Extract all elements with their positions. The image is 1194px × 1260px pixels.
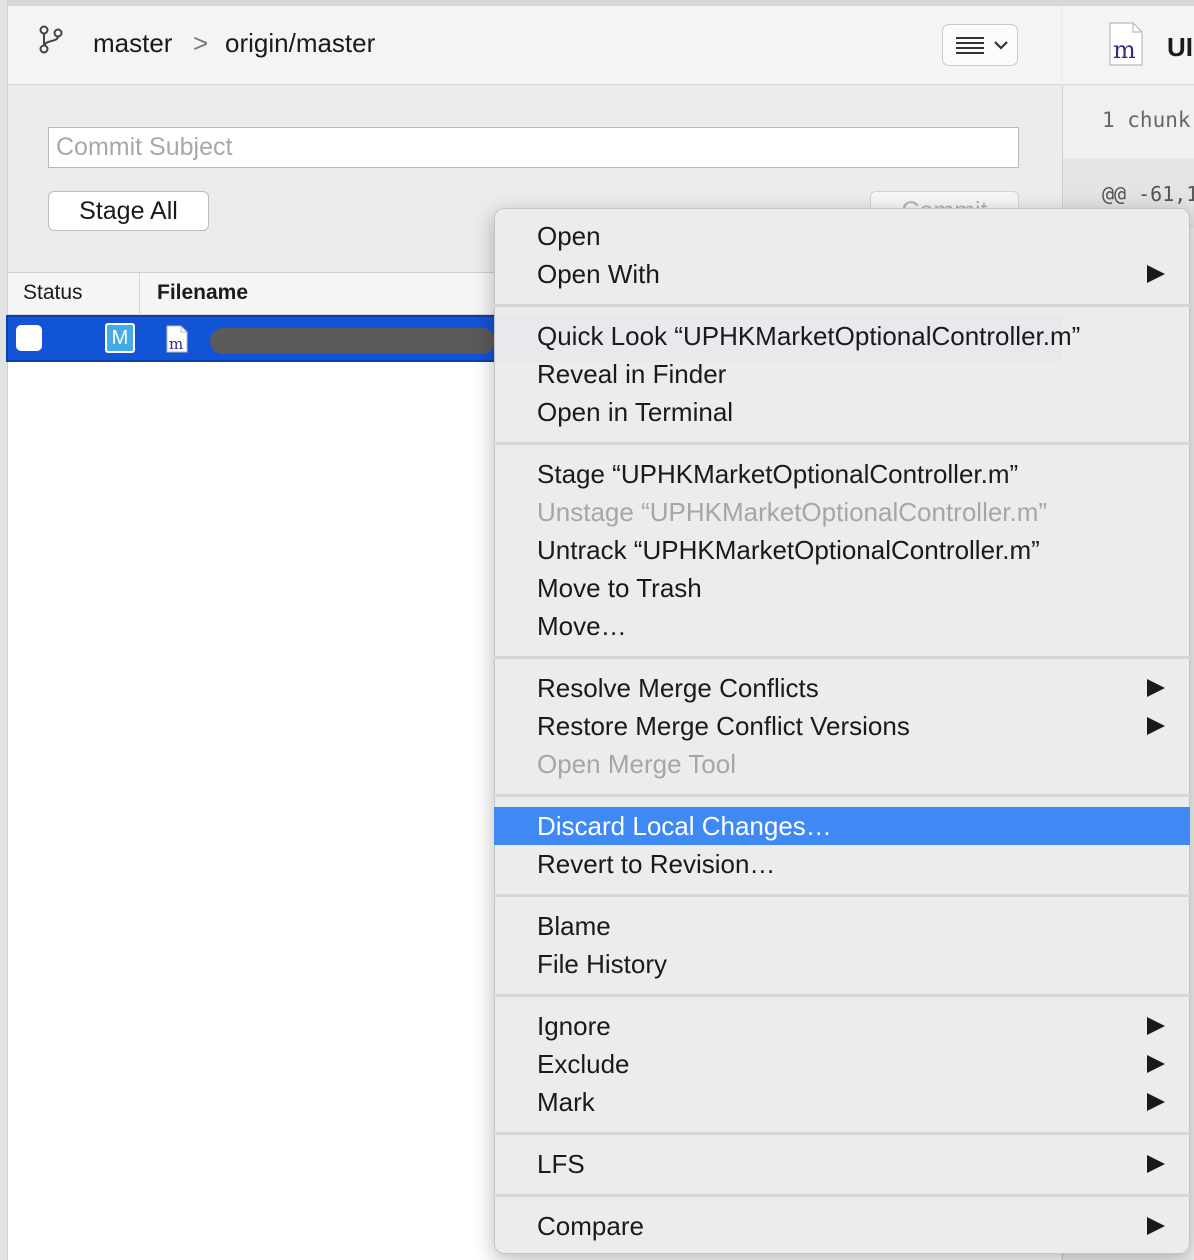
menu-item-file-history[interactable]: File History xyxy=(494,945,1190,983)
column-divider[interactable] xyxy=(139,273,140,314)
file-type-letter: m xyxy=(169,335,183,353)
menu-item-ignore[interactable]: Ignore xyxy=(494,1007,1190,1045)
view-options-button[interactable] xyxy=(942,24,1018,66)
menu-item-move-to-trash[interactable]: Move to Trash xyxy=(494,569,1190,607)
menu-separator xyxy=(494,1132,1190,1135)
source-file-icon: m xyxy=(1109,22,1143,66)
redacted-filename xyxy=(210,328,495,354)
menu-item-reveal-in-finder[interactable]: Reveal in Finder xyxy=(494,355,1190,393)
menu-item-resolve-merge-conflicts[interactable]: Resolve Merge Conflicts xyxy=(494,669,1190,707)
submenu-arrow-icon xyxy=(1147,679,1165,697)
submenu-arrow-icon xyxy=(1147,1017,1165,1035)
menu-separator xyxy=(494,994,1190,997)
menu-item-exclude[interactable]: Exclude xyxy=(494,1045,1190,1083)
menu-separator xyxy=(494,304,1190,307)
menu-item-unstage: Unstage “UPHKMarketOptionalController.m” xyxy=(537,497,1048,527)
menu-item-open-merge-tool: Open Merge Tool xyxy=(537,749,736,779)
submenu-arrow-icon xyxy=(1147,717,1165,735)
file-type-letter: m xyxy=(1113,36,1136,64)
submenu-arrow-icon xyxy=(1147,1093,1165,1111)
menu-item-discard-local-changes[interactable]: Discard Local Changes… xyxy=(494,807,1190,845)
menu-separator xyxy=(494,442,1190,445)
stage-all-button[interactable]: Stage All xyxy=(48,191,209,231)
submenu-arrow-icon xyxy=(1147,265,1165,283)
menu-item-restore-merge-conflict-versions[interactable]: Restore Merge Conflict Versions xyxy=(494,707,1190,745)
menu-item-mark[interactable]: Mark xyxy=(494,1083,1190,1121)
branch-chevron-icon: > xyxy=(193,28,209,58)
remote-branch-name[interactable]: origin/master xyxy=(225,28,375,59)
menu-separator xyxy=(494,656,1190,659)
menu-item-open-with[interactable]: Open With xyxy=(494,255,1190,293)
modified-status-badge: M xyxy=(105,323,135,353)
menu-separator xyxy=(494,894,1190,897)
menu-item-quick-look[interactable]: Quick Look “UPHKMarketOptionalController… xyxy=(494,317,1190,355)
source-file-icon: m xyxy=(166,325,188,353)
submenu-arrow-icon xyxy=(1147,1155,1165,1173)
branch-icon xyxy=(39,25,63,54)
local-branch-name[interactable]: master xyxy=(93,28,172,59)
menu-item-untrack[interactable]: Untrack “UPHKMarketOptionalController.m” xyxy=(494,531,1190,569)
menu-item-stage[interactable]: Stage “UPHKMarketOptionalController.m” xyxy=(494,455,1190,493)
column-header-status[interactable]: Status xyxy=(23,281,83,305)
submenu-arrow-icon xyxy=(1147,1217,1165,1235)
menu-item-revert-to-revision[interactable]: Revert to Revision… xyxy=(494,845,1190,883)
menu-separator xyxy=(494,1194,1190,1197)
menu-separator xyxy=(494,794,1190,797)
menu-item-move[interactable]: Move… xyxy=(494,607,1190,645)
menu-item-compare[interactable]: Compare xyxy=(494,1207,1190,1245)
chunk-count: 1 chunk xyxy=(1102,108,1191,132)
stage-checkbox[interactable] xyxy=(16,325,42,351)
commit-subject-input[interactable] xyxy=(48,127,1019,168)
menu-item-blame[interactable]: Blame xyxy=(494,907,1190,945)
menu-item-open-in-terminal[interactable]: Open in Terminal xyxy=(494,393,1190,431)
sidebar-edge xyxy=(0,0,8,1260)
submenu-arrow-icon xyxy=(1147,1055,1165,1073)
hunk-header-text: @@ -61,1 xyxy=(1102,182,1194,206)
list-icon xyxy=(956,37,1008,54)
menu-item-open[interactable]: Open xyxy=(494,217,1190,255)
diff-file-title: UI xyxy=(1167,32,1193,62)
column-header-filename[interactable]: Filename xyxy=(157,281,248,305)
menu-item-lfs[interactable]: LFS xyxy=(494,1145,1190,1183)
